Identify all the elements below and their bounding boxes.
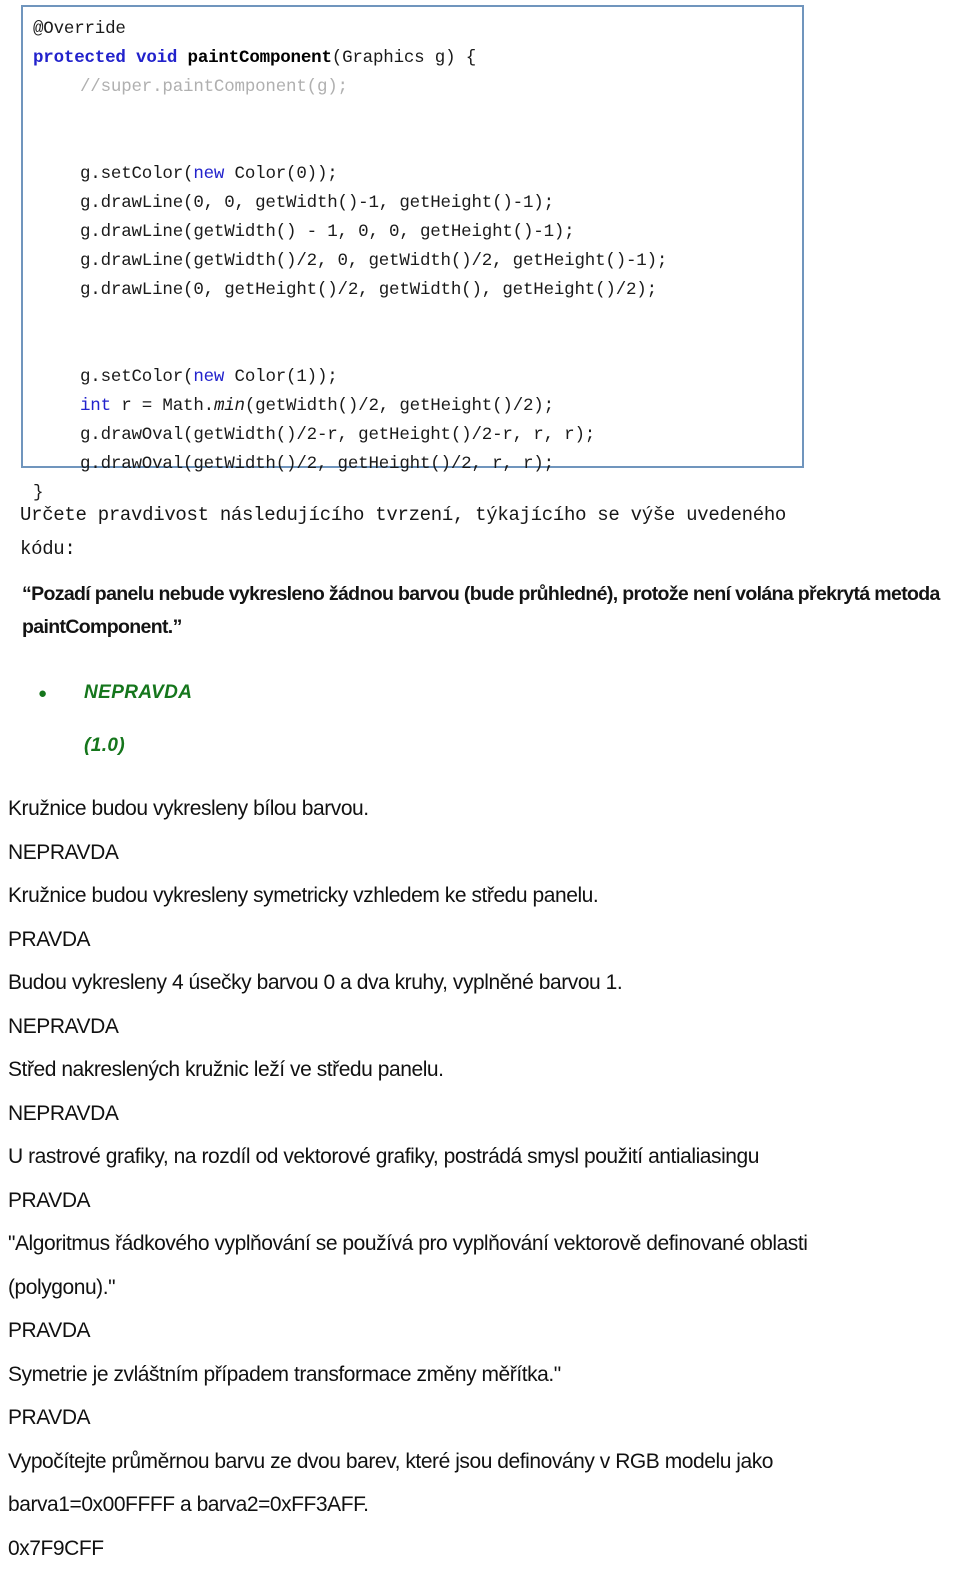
- code-block: @Override protected void paintComponent(G…: [21, 5, 804, 468]
- qa-line: Střed nakreslených kružnic leží ve střed…: [8, 1048, 960, 1092]
- qa-line: Kružnice budou vykresleny symetricky vzh…: [8, 874, 960, 918]
- code-token: min: [214, 396, 245, 416]
- code-token: g.setColor(: [80, 367, 193, 387]
- code-line: g.drawLine(getWidth() - 1, 0, 0, getHeig…: [23, 218, 802, 247]
- code-line: g.drawOval(getWidth()/2-r, getHeight()/2…: [23, 421, 802, 450]
- answer-score: (1.0): [84, 735, 125, 757]
- code-token: @Override: [33, 19, 126, 39]
- qa-line: Vypočítejte průměrnou barvu ze dvou bare…: [8, 1440, 960, 1484]
- qa-line: (polygonu).": [8, 1266, 960, 1310]
- qa-line: PRAVDA: [8, 1179, 960, 1223]
- code-line: g.drawLine(0, 0, getWidth()-1, getHeight…: [23, 189, 802, 218]
- code-line: g.drawLine(getWidth()/2, 0, getWidth()/2…: [23, 247, 802, 276]
- code-line: @Override: [23, 15, 802, 44]
- prompt-text: Určete pravdivost následujícího tvrzení,…: [20, 498, 940, 566]
- qa-line: U rastrové grafiky, na rozdíl od vektoro…: [8, 1135, 960, 1179]
- code-line: [23, 131, 802, 160]
- code-line: protected void paintComponent(Graphics g…: [23, 44, 802, 73]
- code-token: g.drawLine(0, getHeight()/2, getWidth(),…: [80, 280, 657, 300]
- code-token: g.setColor(: [80, 164, 193, 184]
- qa-line: PRAVDA: [8, 1396, 960, 1440]
- code-token: r = Math.: [111, 396, 214, 416]
- qa-line: Budou vykresleny 4 úsečky barvou 0 a dva…: [8, 961, 960, 1005]
- code-token: Color(1));: [224, 367, 337, 387]
- answer-label: NEPRAVDA: [54, 682, 192, 704]
- code-token: paintComponent: [188, 48, 332, 68]
- qa-line: "Algoritmus řádkového vyplňování se použ…: [8, 1222, 960, 1266]
- code-token: new: [193, 164, 224, 184]
- qa-line: NEPRAVDA: [8, 1092, 960, 1136]
- qa-line: Symetrie je zvláštním případem transform…: [8, 1353, 960, 1397]
- code-line: g.setColor(new Color(0));: [23, 160, 802, 189]
- code-token: g.drawLine(getWidth() - 1, 0, 0, getHeig…: [80, 222, 574, 242]
- code-token: g.drawLine(0, 0, getWidth()-1, getHeight…: [80, 193, 554, 213]
- code-token: int: [80, 396, 111, 416]
- code-token: (Graphics g) {: [332, 48, 476, 68]
- qa-line: 0x7F9CFF: [8, 1527, 960, 1570]
- qa-list: Kružnice budou vykresleny bílou barvou.N…: [8, 787, 960, 1570]
- code-token: Color(0));: [224, 164, 337, 184]
- bullet-icon: ●: [38, 686, 54, 701]
- code-line: [23, 305, 802, 334]
- code-line: g.drawLine(0, getHeight()/2, getWidth(),…: [23, 276, 802, 305]
- code-line: g.drawOval(getWidth()/2, getHeight()/2, …: [23, 450, 802, 479]
- statement-text: “Pozadí panelu nebude vykresleno žádnou …: [22, 578, 960, 644]
- code-token: (getWidth()/2, getHeight()/2);: [245, 396, 554, 416]
- qa-line: PRAVDA: [8, 1309, 960, 1353]
- code-token: //super.paintComponent(g);: [80, 77, 348, 97]
- code-line: [23, 334, 802, 363]
- qa-line: NEPRAVDA: [8, 1005, 960, 1049]
- code-line: [23, 102, 802, 131]
- code-token: g.drawLine(getWidth()/2, 0, getWidth()/2…: [80, 251, 667, 271]
- code-line: //super.paintComponent(g);: [23, 73, 802, 102]
- qa-line: Kružnice budou vykresleny bílou barvou.: [8, 787, 960, 831]
- code-token: g.drawOval(getWidth()/2-r, getHeight()/2…: [80, 425, 595, 445]
- code-line: g.setColor(new Color(1));: [23, 363, 802, 392]
- qa-line: PRAVDA: [8, 918, 960, 962]
- qa-line: barva1=0x00FFFF a barva2=0xFF3AFF.: [8, 1483, 960, 1527]
- code-token: g.drawOval(getWidth()/2, getHeight()/2, …: [80, 454, 554, 474]
- code-token: protected void: [33, 48, 188, 68]
- selected-answer: ● NEPRAVDA: [38, 682, 192, 704]
- qa-line: NEPRAVDA: [8, 831, 960, 875]
- code-line: int r = Math.min(getWidth()/2, getHeight…: [23, 392, 802, 421]
- code-token: new: [193, 367, 224, 387]
